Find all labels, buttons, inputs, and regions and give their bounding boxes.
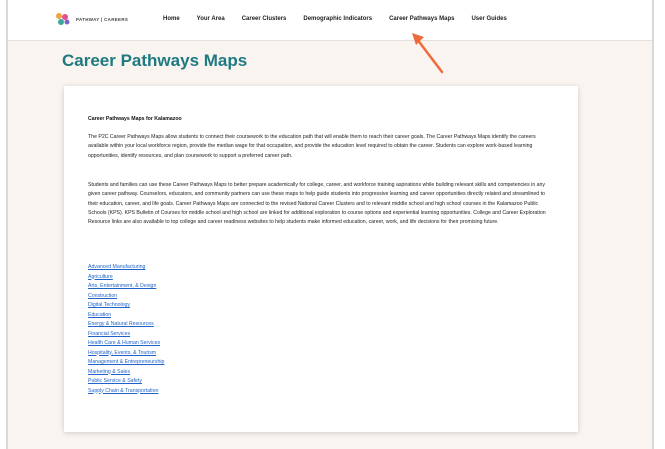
list-item: Agriculture — [88, 273, 164, 283]
link-financial-services[interactable]: Financial Services — [88, 331, 130, 337]
link-public-service-safety[interactable]: Public Service & Safety — [88, 378, 142, 384]
list-item: Hospitality, Events, & Tourism — [88, 349, 164, 359]
nav-career-pathways-maps[interactable]: Career Pathways Maps — [389, 16, 454, 22]
top-navigation: PATHWAY | CAREERS Home Your Area Career … — [8, 0, 652, 41]
link-agriculture[interactable]: Agriculture — [88, 274, 113, 280]
list-item: Advanced Manufacturing — [88, 263, 164, 273]
link-marketing-sales[interactable]: Marketing & Sales — [88, 369, 130, 375]
list-item: Digital Technology — [88, 301, 164, 311]
pointer-arrow-icon — [412, 33, 444, 74]
list-item: Marketing & Sales — [88, 368, 164, 378]
card-heading: Career Pathways Maps for Kalamazoo — [88, 116, 182, 122]
career-cluster-links: Advanced Manufacturing Agriculture Arts,… — [88, 263, 164, 396]
nav-career-clusters[interactable]: Career Clusters — [242, 16, 287, 22]
logo-text: PATHWAY | CAREERS — [76, 16, 129, 22]
nav-home[interactable]: Home — [163, 16, 180, 22]
page-title: Career Pathways Maps — [62, 51, 248, 70]
link-digital-technology[interactable]: Digital Technology — [88, 302, 130, 308]
link-hospitality-events-tourism[interactable]: Hospitality, Events, & Tourism — [88, 350, 156, 356]
content-card: Career Pathways Maps for Kalamazoo The P… — [64, 86, 578, 432]
list-item: Financial Services — [88, 330, 164, 340]
nav-user-guides[interactable]: User Guides — [471, 16, 506, 22]
list-item: Health Care & Human Services — [88, 339, 164, 349]
link-arts-entertainment-design[interactable]: Arts, Entertainment, & Design — [88, 283, 156, 289]
link-health-care-human-services[interactable]: Health Care & Human Services — [88, 340, 160, 346]
link-management-entrepreneurship[interactable]: Management & Entrepreneurship — [88, 359, 164, 365]
list-item: Arts, Entertainment, & Design — [88, 282, 164, 292]
link-energy-natural-resources[interactable]: Energy & Natural Resources — [88, 321, 154, 327]
list-item: Construction — [88, 292, 164, 302]
link-construction[interactable]: Construction — [88, 293, 117, 299]
list-item: Energy & Natural Resources — [88, 320, 164, 330]
site-logo[interactable]: PATHWAY | CAREERS — [54, 12, 128, 26]
nav-demographic-indicators[interactable]: Demographic Indicators — [303, 16, 372, 22]
main-nav: Home Your Area Career Clusters Demograph… — [163, 16, 524, 22]
list-item: Public Service & Safety — [88, 377, 164, 387]
link-advanced-manufacturing[interactable]: Advanced Manufacturing — [88, 264, 145, 270]
list-item: Supply Chain & Transportation — [88, 387, 164, 397]
nav-your-area[interactable]: Your Area — [197, 16, 225, 22]
link-education[interactable]: Education — [88, 312, 111, 318]
browser-frame: PATHWAY | CAREERS Home Your Area Career … — [6, 0, 654, 449]
details-paragraph: Students and families can use these Care… — [88, 182, 546, 226]
pathway-logo-icon — [56, 13, 70, 25]
list-item: Management & Entrepreneurship — [88, 358, 164, 368]
link-supply-chain-transportation[interactable]: Supply Chain & Transportation — [88, 388, 158, 394]
list-item: Education — [88, 311, 164, 321]
intro-paragraph: The P2C Career Pathways Maps allow stude… — [88, 134, 536, 159]
